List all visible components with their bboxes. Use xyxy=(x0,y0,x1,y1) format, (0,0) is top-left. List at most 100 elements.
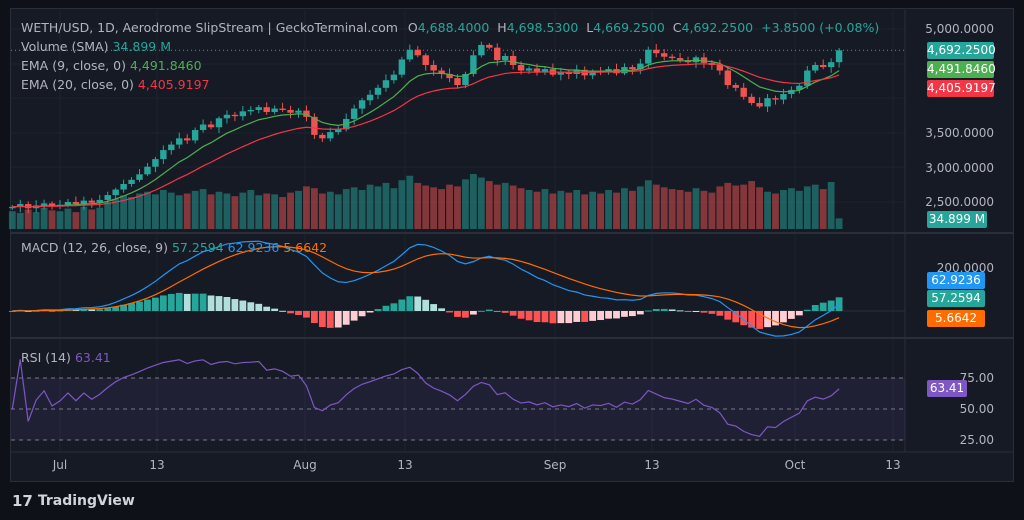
candle-body xyxy=(486,44,493,48)
volume-bar xyxy=(183,193,191,229)
macd-histogram-bar xyxy=(605,311,612,319)
volume-bar xyxy=(16,213,24,229)
volume-bar xyxy=(636,186,644,229)
macd-histogram-bar xyxy=(406,296,414,311)
candle-body xyxy=(104,195,111,200)
ema9-legend[interactable]: EMA (9, close, 0) 4,491.8460 xyxy=(21,58,202,73)
macd-histogram-bar xyxy=(629,311,636,317)
volume-bar xyxy=(676,189,684,229)
volume-bar xyxy=(740,184,748,229)
volume-bar xyxy=(326,191,334,229)
volume-bar xyxy=(128,197,135,229)
rsi-band xyxy=(11,378,905,440)
price-axis-label: 5,000.0000 xyxy=(925,22,994,36)
volume-bar xyxy=(581,194,589,229)
volume-bar xyxy=(525,189,533,229)
ohlc-change: +3.8500 (+0.08%) xyxy=(761,20,880,35)
volume-bar xyxy=(342,189,350,229)
volume-bar xyxy=(756,187,763,229)
candle-body xyxy=(358,100,366,109)
macd-value: 62.9236 xyxy=(227,240,280,255)
candle-body xyxy=(676,58,684,61)
macd-hist-value: 57.2594 xyxy=(171,240,224,255)
volume-bar xyxy=(477,177,485,229)
volume-bar xyxy=(430,187,438,229)
time-axis-label: 13 xyxy=(644,458,660,472)
volume-bar xyxy=(795,190,803,229)
candle-body xyxy=(764,98,771,107)
macd-label: MACD (12, 26, close, 9) xyxy=(21,240,168,255)
macd-histogram-bar xyxy=(533,311,541,323)
volume-bar xyxy=(374,186,382,229)
macd-histogram-bar xyxy=(621,311,628,317)
volume-bar xyxy=(692,188,700,229)
macd-histogram-bar xyxy=(573,311,581,322)
candle-body xyxy=(72,202,80,205)
volume-bar xyxy=(80,206,88,229)
volume-bar xyxy=(72,212,80,229)
macd-tag: 62.9236 xyxy=(927,272,985,289)
candle-body xyxy=(350,108,358,119)
volume-bar xyxy=(287,192,294,229)
volume-bar xyxy=(652,184,660,229)
volume-bar xyxy=(716,186,724,229)
candle-body xyxy=(835,50,843,63)
candle-body xyxy=(661,53,668,57)
candle-body xyxy=(191,130,199,141)
macd-histogram-bar xyxy=(207,295,215,311)
macd-histogram-bar xyxy=(525,311,533,321)
rsi-label: RSI (14) xyxy=(21,350,71,365)
volume-bar xyxy=(470,174,477,229)
macd-histogram-bar xyxy=(708,311,716,314)
candle-body xyxy=(740,87,747,97)
volume-bar xyxy=(366,184,374,229)
macd-histogram-bar xyxy=(581,311,589,322)
candle-body xyxy=(128,179,135,185)
macd-histogram-bar xyxy=(374,309,382,311)
volume-bar xyxy=(668,189,676,229)
macd-hist-tag: 57.2594 xyxy=(927,290,985,307)
volume-value: 34.899 M xyxy=(112,39,171,54)
macd-histogram-bar xyxy=(247,302,255,311)
macd-line xyxy=(12,240,840,337)
volume-bar xyxy=(247,189,255,229)
ema20-legend[interactable]: EMA (20, close, 0) 4,405.9197 xyxy=(21,77,209,92)
volume-tag: 34.899 M xyxy=(927,211,987,228)
macd-signal-value: 5.6642 xyxy=(283,240,328,255)
macd-histogram-bar xyxy=(788,311,795,319)
macd-histogram-bar xyxy=(152,297,159,311)
volume-bar xyxy=(318,193,326,229)
macd-histogram-bar xyxy=(159,295,167,311)
time-axis-label: 13 xyxy=(397,458,413,472)
volume-bar xyxy=(605,189,612,229)
volume-bar xyxy=(454,186,461,229)
candle-body xyxy=(207,124,215,128)
candle-body xyxy=(724,70,731,86)
tradingview-logo[interactable]: 𝟭𝟳 TradingView xyxy=(12,492,135,510)
candle-body xyxy=(215,118,223,128)
candle-body xyxy=(366,94,374,101)
volume-bar xyxy=(223,193,231,229)
macd-histogram-bar xyxy=(398,299,406,311)
volume-bar xyxy=(382,182,390,229)
macd-histogram-bar xyxy=(660,308,668,311)
macd-histogram-bar xyxy=(493,311,501,312)
volume-bar xyxy=(589,191,597,229)
candle-body xyxy=(645,49,652,64)
rsi-tag: 63.41 xyxy=(927,380,967,397)
volume-bar xyxy=(509,185,517,229)
volume-legend[interactable]: Volume (SMA) 34.899 M xyxy=(21,39,171,54)
macd-legend[interactable]: MACD (12, 26, close, 9) 57.2594 62.9236 … xyxy=(21,240,327,255)
macd-histogram-bar xyxy=(613,311,620,319)
volume-bar xyxy=(191,190,199,229)
macd-histogram-bar xyxy=(716,311,724,316)
volume-bar xyxy=(803,186,811,229)
rsi-legend[interactable]: RSI (14) 63.41 xyxy=(21,350,111,365)
macd-histogram-bar xyxy=(215,296,223,311)
volume-bar xyxy=(231,196,239,229)
macd-histogram-bar xyxy=(652,308,660,311)
macd-histogram-bar xyxy=(430,304,438,311)
macd-histogram-bar xyxy=(144,299,151,311)
rsi-axis-label: 50.00 xyxy=(959,402,994,416)
candle-body xyxy=(820,64,827,68)
